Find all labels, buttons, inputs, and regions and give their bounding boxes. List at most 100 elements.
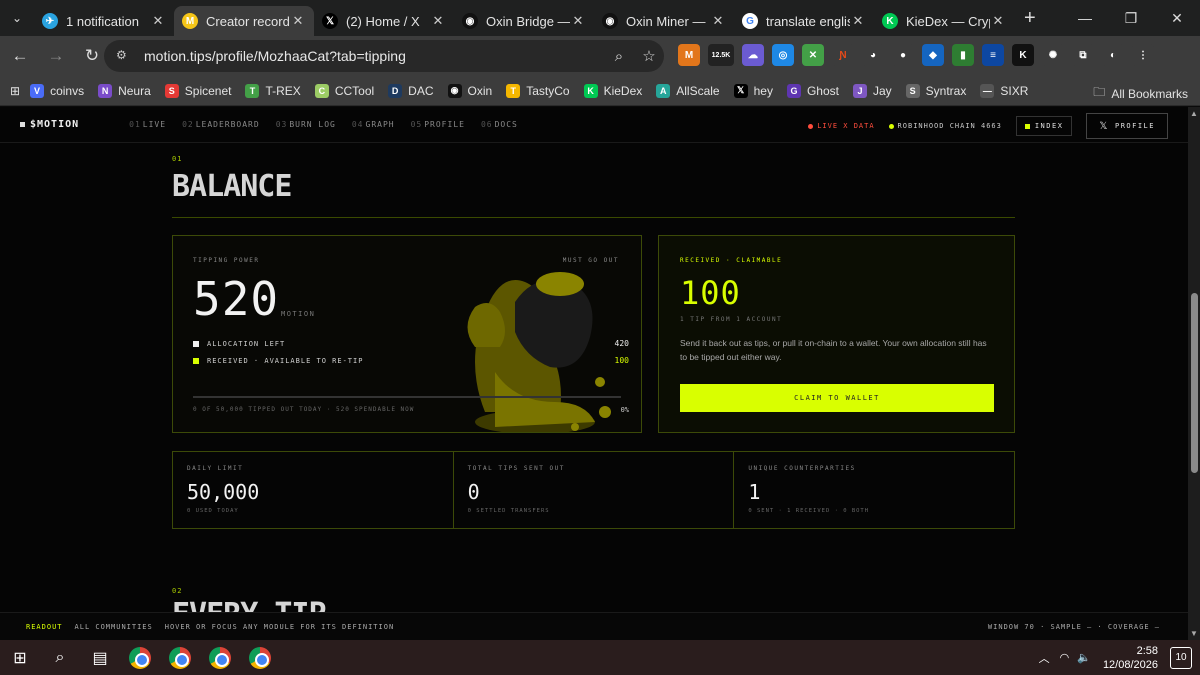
chrome-taskbar-icon[interactable] (120, 640, 160, 675)
site-info-icon[interactable]: ⚙ (116, 48, 132, 64)
extensions-puzzle-icon[interactable]: ⧉ (1072, 44, 1094, 66)
nav-label: DOCS (494, 120, 518, 129)
readout-scope[interactable]: ALL COMMUNITIES (75, 623, 153, 631)
stat-card[interactable]: DAILY LIMIT 50,000 0 USED TODAY (173, 452, 454, 528)
bookmark-icon: S (905, 83, 920, 98)
list-extension-icon[interactable]: ≡ (982, 44, 1004, 66)
menu-kebab-icon[interactable]: ⋮ (1132, 44, 1154, 66)
bookmark-item[interactable]: T TastyCo (506, 83, 570, 98)
forward-icon[interactable]: → (40, 40, 72, 72)
tab-title: 1 notification (66, 13, 139, 29)
restore-icon[interactable]: ❐ (1108, 0, 1154, 36)
bookmark-item[interactable]: J Jay (852, 83, 892, 98)
zoom-search-icon[interactable]: ⌕ (604, 48, 634, 65)
stat-card[interactable]: UNIQUE COUNTERPARTIES 1 0 SENT · 1 RECEIVE… (734, 452, 1014, 528)
tab-search-button[interactable]: ⌄ (6, 7, 28, 29)
metamask-icon[interactable]: M (678, 44, 700, 66)
close-tab-icon[interactable]: ✕ (290, 13, 306, 29)
scroll-up-icon[interactable]: ▲ (1190, 109, 1198, 118)
task-view-icon[interactable]: ▤ (80, 640, 120, 675)
bookmark-icon: N (98, 83, 113, 98)
extension-badge[interactable]: 12.5K (708, 44, 734, 66)
blue-extension-icon[interactable]: ◎ (772, 44, 794, 66)
nav-link[interactable]: 03 BURN LOG (276, 120, 336, 129)
close-tab-icon[interactable]: ✕ (990, 13, 1006, 29)
bookmark-item[interactable]: D DAC (388, 83, 434, 98)
blue-diamond-extension-icon[interactable]: ◆ (922, 44, 944, 66)
nav-link[interactable]: 02 LEADERBOARD (182, 120, 260, 129)
nav-link[interactable]: 04 GRAPH (352, 120, 395, 129)
new-tab-button[interactable]: + (1024, 7, 1044, 30)
page-scrollbar[interactable]: ▲ ▼ (1188, 107, 1200, 640)
notification-center-icon[interactable]: 10 (1170, 646, 1192, 669)
bookmark-item[interactable]: K KieDex (583, 83, 642, 98)
bookmark-item[interactable]: C CCTool (314, 83, 374, 98)
k-extension-icon[interactable]: K (1012, 44, 1034, 66)
bookmark-item[interactable]: 𝕏hey (733, 83, 773, 98)
browser-tab[interactable]: ◉ Oxin Miner — M✕ (594, 6, 734, 36)
profile-button[interactable]: 𝕏 PROFILE (1086, 113, 1168, 139)
claim-to-wallet-button[interactable]: CLAIM TO WALLET (680, 384, 994, 412)
clock[interactable]: 2:58 12/08/2026 (1103, 644, 1158, 672)
wifi-icon[interactable]: ◠ (1060, 651, 1070, 664)
close-tab-icon[interactable]: ✕ (710, 13, 726, 29)
bookmark-item[interactable]: S Spicenet (164, 83, 231, 98)
chrome-taskbar-icon[interactable] (160, 640, 200, 675)
url-text[interactable]: motion.tips/profile/MozhaaCat?tab=tippin… (144, 48, 604, 64)
tray-chevron-icon[interactable]: ︿ (1039, 650, 1050, 666)
windows-start-icon[interactable]: ⊞ (0, 640, 40, 675)
back-icon[interactable]: ← (4, 40, 36, 72)
gear-extension-icon[interactable]: ✺ (1042, 44, 1064, 66)
bookmark-item[interactable]: — SIXR (980, 83, 1028, 98)
bookmark-item[interactable]: T T-REX (245, 83, 301, 98)
nav-link[interactable]: 06 DOCS (481, 120, 518, 129)
site-logo[interactable]: $MOTION (20, 119, 79, 130)
chain-text: ROBINHOOD CHAIN 4663 (897, 122, 1002, 130)
bookmark-item[interactable]: ◉ Oxin (447, 83, 492, 98)
close-tab-icon[interactable]: ✕ (150, 13, 166, 29)
volume-icon[interactable]: 🔈 (1077, 651, 1091, 664)
chrome-taskbar-icon[interactable] (200, 640, 240, 675)
panda-extension-icon[interactable]: ● (892, 44, 914, 66)
bookmark-item[interactable]: Vcoinvs (30, 83, 84, 98)
bookmark-item[interactable]: G Ghost (786, 83, 839, 98)
red-extension-icon[interactable]: Ɲ (832, 44, 854, 66)
received-claimable-card[interactable]: RECEIVED · CLAIMABLE 100 1 TIP FROM 1 AC… (658, 235, 1015, 433)
nav-link[interactable]: 01 LIVE (129, 120, 166, 129)
all-bookmarks[interactable]: 🗀 All Bookmarks (1093, 83, 1188, 104)
browser-tab[interactable]: M Creator record ✕ (174, 6, 314, 36)
minimize-icon[interactable]: — (1062, 0, 1108, 36)
browser-tab[interactable]: ✈ 1 notification ✕ (34, 6, 174, 36)
browser-tab[interactable]: 𝕏 (2) Home / X ✕ (314, 6, 454, 36)
close-tab-icon[interactable]: ✕ (430, 13, 446, 29)
browser-tab[interactable]: ◉ Oxin Bridge — P✕ (454, 6, 594, 36)
bookmark-item[interactable]: N Neura (98, 83, 151, 98)
chrome-taskbar-icon[interactable] (240, 640, 280, 675)
address-bar[interactable]: ⚙ motion.tips/profile/MozhaaCat?tab=tipp… (104, 40, 664, 72)
oxin-icon: ◉ (462, 13, 478, 29)
close-tab-icon[interactable]: ✕ (570, 13, 586, 29)
search-icon[interactable]: ⌕ (40, 640, 80, 675)
green-extension-icon[interactable]: ✕ (802, 44, 824, 66)
scroll-down-icon[interactable]: ▼ (1190, 629, 1198, 638)
window-controls: — ❐ ✕ (1062, 0, 1200, 36)
close-window-icon[interactable]: ✕ (1154, 0, 1200, 36)
nav-link[interactable]: 05 PROFILE (411, 120, 465, 129)
scroll-thumb[interactable] (1191, 293, 1198, 473)
tipping-power-card[interactable]: TIPPING POWER MUST GO OUT 520 MOTION ALL… (172, 235, 642, 433)
stat-card[interactable]: TOTAL TIPS SENT OUT 0 0 SETTLED TRANSFERS (454, 452, 735, 528)
bookmark-item[interactable]: S Syntrax (905, 83, 966, 98)
close-tab-icon[interactable]: ✕ (850, 13, 866, 29)
index-button[interactable]: INDEX (1015, 116, 1073, 136)
browser-tab[interactable]: K KieDex — Crypt ✕ (874, 6, 1014, 36)
chart-extension-icon[interactable]: ▮ (952, 44, 974, 66)
profile-avatar-icon[interactable]: ◐ (1102, 44, 1124, 66)
bookmark-item[interactable]: A AllScale (656, 83, 720, 98)
allocation-value: 420 (614, 339, 629, 348)
bookmark-star-icon[interactable]: ☆ (634, 47, 664, 65)
ring-extension-icon[interactable]: ◕ (862, 44, 884, 66)
browser-tab[interactable]: Gtranslate english✕ (734, 6, 874, 36)
nav-number: 04 (351, 120, 364, 129)
cloud-extension-icon[interactable]: ☁ (742, 44, 764, 66)
apps-grid-icon[interactable]: ⊞ (10, 84, 20, 98)
